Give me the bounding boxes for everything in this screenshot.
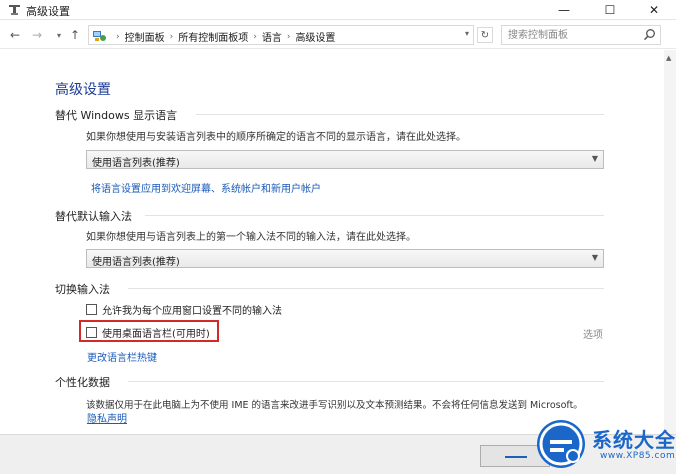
watermark-url: www.XP85.com [600, 451, 676, 461]
breadcrumb-control-panel[interactable]: 控制面板 [125, 29, 165, 44]
per-app-input-label[interactable]: 允许我为每个应用窗口设置不同的输入法 [102, 302, 282, 317]
scroll-up-icon[interactable]: ▲ [666, 54, 671, 62]
minimize-button[interactable]: — [542, 0, 586, 20]
highlight-box [79, 320, 219, 342]
display-language-select[interactable]: 使用语言列表(推荐) ▼ [86, 150, 604, 169]
search-box[interactable] [501, 25, 661, 45]
watermark-logo-icon [537, 420, 585, 468]
watermark-text: 系统大全 [592, 428, 676, 452]
section-title-personalization: 个性化数据 [55, 376, 110, 389]
per-app-input-checkbox-row[interactable]: 允许我为每个应用窗口设置不同的输入法 [86, 302, 282, 317]
section-divider [145, 215, 604, 216]
breadcrumb-separator: › [253, 31, 257, 42]
content-area: 高级设置 替代 Windows 显示语言 如果你想使用与安装语言列表中的顺序所确… [0, 50, 664, 434]
vertical-scrollbar[interactable]: ▲ [664, 50, 676, 434]
address-dropdown-icon[interactable]: ▾ [465, 29, 469, 38]
chevron-down-icon: ▼ [591, 154, 598, 163]
refresh-button[interactable]: ↻ [477, 27, 493, 43]
personalization-description: 该数据仅用于在此电脑上为不使用 IME 的语言来改进手写识别以及文本预测结果。不… [86, 400, 583, 411]
breadcrumb-separator: › [286, 31, 291, 42]
input-method-description: 如果你想使用与语言列表上的第一个输入法不同的输入法，请在此处选择。 [86, 232, 416, 243]
language-bar-options-link[interactable]: 选项 [583, 326, 603, 341]
close-button[interactable]: ✕ [632, 0, 676, 20]
breadcrumb-separator: › [169, 31, 174, 42]
page-title: 高级设置 [55, 82, 111, 98]
settings-app-icon [9, 5, 20, 15]
breadcrumb: › 控制面板 › 所有控制面板项 › 语言 › 高级设置 [111, 29, 335, 45]
input-method-select[interactable]: 使用语言列表(推荐) ▼ [86, 249, 604, 268]
maximize-button[interactable]: ☐ [588, 0, 632, 20]
chevron-down-icon: ▼ [591, 253, 598, 262]
section-title-input-method: 替代默认输入法 [55, 210, 132, 223]
privacy-statement-link[interactable]: 隐私声明 [87, 410, 127, 425]
section-divider [128, 288, 604, 289]
section-divider [128, 381, 604, 382]
breadcrumb-all-items[interactable]: 所有控制面板项 [178, 29, 248, 44]
per-app-input-checkbox[interactable] [86, 303, 97, 315]
breadcrumb-advanced-settings[interactable]: 高级设置 [295, 29, 335, 44]
apply-language-settings-link[interactable]: 将语言设置应用到欢迎屏幕、系统帐户和新用户帐户 [91, 180, 321, 195]
breadcrumb-language[interactable]: 语言 [262, 29, 282, 44]
display-language-description: 如果你想使用与安装语言列表中的顺序所确定的语言不同的显示语言，请在此处选择。 [86, 132, 466, 143]
address-bar[interactable]: › 控制面板 › 所有控制面板项 › 语言 › 高级设置 ▾ [88, 25, 474, 45]
change-language-bar-hotkeys-link[interactable]: 更改语言栏热键 [87, 349, 157, 364]
section-divider [196, 114, 604, 115]
up-button[interactable]: ↑ [68, 27, 82, 43]
input-method-select-value: 使用语言列表(推荐) [92, 257, 180, 268]
window-title: 高级设置 [26, 5, 70, 18]
control-panel-icon [93, 31, 106, 41]
search-icon[interactable] [643, 28, 656, 41]
back-button[interactable]: ← [8, 27, 22, 43]
title-bar: 高级设置 — ☐ ✕ [0, 0, 676, 20]
breadcrumb-separator: › [116, 31, 120, 42]
section-title-display-language: 替代 Windows 显示语言 [55, 109, 178, 122]
recent-locations-button[interactable]: ▾ [52, 27, 66, 43]
display-language-select-value: 使用语言列表(推荐) [92, 158, 180, 169]
button-focus-mark [505, 456, 527, 458]
navigation-bar: ← → ▾ ↑ › 控制面板 › 所有控制面板项 › 语言 › 高级设置 ▾ ↻ [0, 21, 676, 49]
forward-button[interactable]: → [30, 27, 44, 43]
section-title-switch-input: 切换输入法 [55, 283, 110, 296]
search-input[interactable] [502, 26, 642, 44]
